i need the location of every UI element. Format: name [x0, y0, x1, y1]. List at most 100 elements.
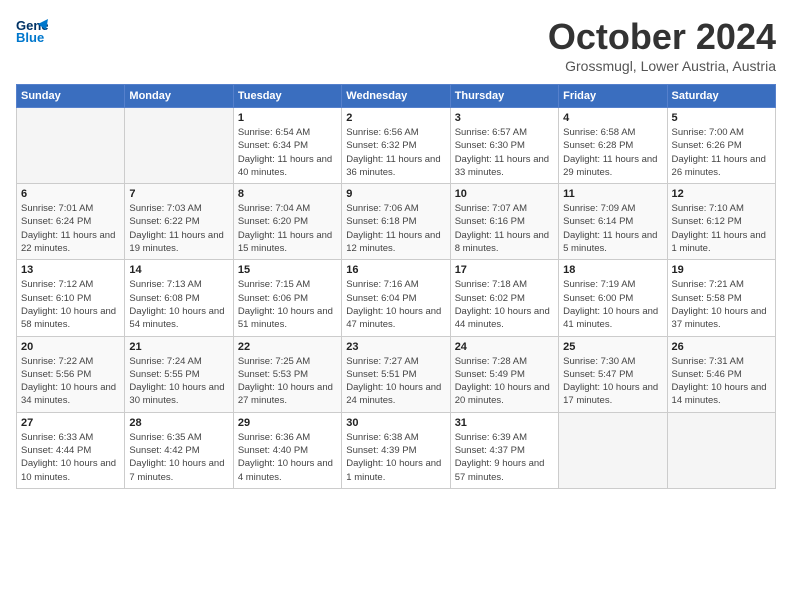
- day-info: Sunrise: 6:56 AMSunset: 6:32 PMDaylight:…: [346, 126, 445, 179]
- day-number: 1: [238, 112, 337, 124]
- day-info: Sunrise: 7:01 AMSunset: 6:24 PMDaylight:…: [21, 202, 120, 255]
- day-number: 22: [238, 341, 337, 353]
- page-header: General Blue October 2024 Grossmugl, Low…: [16, 16, 776, 74]
- day-info: Sunrise: 7:07 AMSunset: 6:16 PMDaylight:…: [455, 202, 554, 255]
- calendar-cell: 13 Sunrise: 7:12 AMSunset: 6:10 PMDayligh…: [17, 260, 125, 336]
- calendar-week-row: 6 Sunrise: 7:01 AMSunset: 6:24 PMDaylight…: [17, 184, 776, 260]
- day-info: Sunrise: 6:36 AMSunset: 4:40 PMDaylight:…: [238, 431, 337, 484]
- day-number: 25: [563, 341, 662, 353]
- calendar-cell: [17, 108, 125, 184]
- day-number: 14: [129, 264, 228, 276]
- day-info: Sunrise: 7:27 AMSunset: 5:51 PMDaylight:…: [346, 355, 445, 408]
- day-number: 8: [238, 188, 337, 200]
- day-number: 13: [21, 264, 120, 276]
- day-number: 19: [672, 264, 771, 276]
- calendar-cell: [559, 412, 667, 488]
- day-info: Sunrise: 7:19 AMSunset: 6:00 PMDaylight:…: [563, 278, 662, 331]
- day-header-friday: Friday: [559, 85, 667, 108]
- calendar-cell: 22 Sunrise: 7:25 AMSunset: 5:53 PMDayligh…: [233, 336, 341, 412]
- day-info: Sunrise: 7:12 AMSunset: 6:10 PMDaylight:…: [21, 278, 120, 331]
- calendar-cell: 9 Sunrise: 7:06 AMSunset: 6:18 PMDaylight…: [342, 184, 450, 260]
- day-info: Sunrise: 7:00 AMSunset: 6:26 PMDaylight:…: [672, 126, 771, 179]
- calendar-week-row: 27 Sunrise: 6:33 AMSunset: 4:44 PMDayligh…: [17, 412, 776, 488]
- calendar-cell: 14Sunrise: 7:13 AMSunset: 6:08 PMDayligh…: [125, 260, 233, 336]
- day-info: Sunrise: 7:10 AMSunset: 6:12 PMDaylight:…: [672, 202, 771, 255]
- calendar-cell: 24Sunrise: 7:28 AMSunset: 5:49 PMDayligh…: [450, 336, 558, 412]
- day-header-saturday: Saturday: [667, 85, 775, 108]
- day-info: Sunrise: 6:58 AMSunset: 6:28 PMDaylight:…: [563, 126, 662, 179]
- day-header-wednesday: Wednesday: [342, 85, 450, 108]
- month-title: October 2024: [548, 16, 776, 58]
- calendar-cell: 6 Sunrise: 7:01 AMSunset: 6:24 PMDaylight…: [17, 184, 125, 260]
- logo: General Blue: [16, 16, 48, 44]
- svg-text:Blue: Blue: [16, 30, 44, 44]
- day-header-monday: Monday: [125, 85, 233, 108]
- calendar-cell: 25Sunrise: 7:30 AMSunset: 5:47 PMDayligh…: [559, 336, 667, 412]
- day-number: 5: [672, 112, 771, 124]
- day-number: 12: [672, 188, 771, 200]
- day-info: Sunrise: 7:06 AMSunset: 6:18 PMDaylight:…: [346, 202, 445, 255]
- calendar-cell: 8 Sunrise: 7:04 AMSunset: 6:20 PMDaylight…: [233, 184, 341, 260]
- calendar-cell: [125, 108, 233, 184]
- day-number: 11: [563, 188, 662, 200]
- day-info: Sunrise: 7:03 AMSunset: 6:22 PMDaylight:…: [129, 202, 228, 255]
- calendar-cell: 7 Sunrise: 7:03 AMSunset: 6:22 PMDaylight…: [125, 184, 233, 260]
- calendar-cell: 3Sunrise: 6:57 AMSunset: 6:30 PMDaylight…: [450, 108, 558, 184]
- day-number: 27: [21, 417, 120, 429]
- day-number: 9: [346, 188, 445, 200]
- day-number: 2: [346, 112, 445, 124]
- calendar-cell: 4 Sunrise: 6:58 AMSunset: 6:28 PMDaylight…: [559, 108, 667, 184]
- calendar-cell: 16Sunrise: 7:16 AMSunset: 6:04 PMDayligh…: [342, 260, 450, 336]
- day-number: 15: [238, 264, 337, 276]
- calendar-cell: 21 Sunrise: 7:24 AMSunset: 5:55 PMDayligh…: [125, 336, 233, 412]
- calendar-cell: 29 Sunrise: 6:36 AMSunset: 4:40 PMDayligh…: [233, 412, 341, 488]
- calendar-cell: 27 Sunrise: 6:33 AMSunset: 4:44 PMDayligh…: [17, 412, 125, 488]
- day-header-tuesday: Tuesday: [233, 85, 341, 108]
- day-info: Sunrise: 7:15 AMSunset: 6:06 PMDaylight:…: [238, 278, 337, 331]
- calendar-cell: 18Sunrise: 7:19 AMSunset: 6:00 PMDayligh…: [559, 260, 667, 336]
- calendar-cell: 5 Sunrise: 7:00 AMSunset: 6:26 PMDaylight…: [667, 108, 775, 184]
- calendar-cell: 23 Sunrise: 7:27 AMSunset: 5:51 PMDayligh…: [342, 336, 450, 412]
- calendar-cell: 15 Sunrise: 7:15 AMSunset: 6:06 PMDayligh…: [233, 260, 341, 336]
- day-number: 3: [455, 112, 554, 124]
- day-number: 21: [129, 341, 228, 353]
- calendar-cell: 12 Sunrise: 7:10 AMSunset: 6:12 PMDayligh…: [667, 184, 775, 260]
- day-info: Sunrise: 7:24 AMSunset: 5:55 PMDaylight:…: [129, 355, 228, 408]
- day-info: Sunrise: 7:18 AMSunset: 6:02 PMDaylight:…: [455, 278, 554, 331]
- day-number: 23: [346, 341, 445, 353]
- day-info: Sunrise: 6:38 AMSunset: 4:39 PMDaylight:…: [346, 431, 445, 484]
- location-subtitle: Grossmugl, Lower Austria, Austria: [548, 58, 776, 74]
- day-info: Sunrise: 6:39 AMSunset: 4:37 PMDaylight:…: [455, 431, 554, 484]
- day-number: 7: [129, 188, 228, 200]
- calendar-cell: 30 Sunrise: 6:38 AMSunset: 4:39 PMDayligh…: [342, 412, 450, 488]
- day-number: 30: [346, 417, 445, 429]
- calendar-cell: 28Sunrise: 6:35 AMSunset: 4:42 PMDayligh…: [125, 412, 233, 488]
- calendar-header-row: SundayMondayTuesdayWednesdayThursdayFrid…: [17, 85, 776, 108]
- day-number: 6: [21, 188, 120, 200]
- day-info: Sunrise: 6:35 AMSunset: 4:42 PMDaylight:…: [129, 431, 228, 484]
- day-number: 31: [455, 417, 554, 429]
- calendar-table: SundayMondayTuesdayWednesdayThursdayFrid…: [16, 84, 776, 489]
- day-info: Sunrise: 7:25 AMSunset: 5:53 PMDaylight:…: [238, 355, 337, 408]
- day-info: Sunrise: 7:21 AMSunset: 5:58 PMDaylight:…: [672, 278, 771, 331]
- day-info: Sunrise: 7:22 AMSunset: 5:56 PMDaylight:…: [21, 355, 120, 408]
- calendar-week-row: 1 Sunrise: 6:54 AMSunset: 6:34 PMDaylight…: [17, 108, 776, 184]
- day-number: 26: [672, 341, 771, 353]
- day-number: 20: [21, 341, 120, 353]
- title-block: October 2024 Grossmugl, Lower Austria, A…: [548, 16, 776, 74]
- calendar-week-row: 13 Sunrise: 7:12 AMSunset: 6:10 PMDayligh…: [17, 260, 776, 336]
- day-number: 17: [455, 264, 554, 276]
- day-info: Sunrise: 6:54 AMSunset: 6:34 PMDaylight:…: [238, 126, 337, 179]
- calendar-cell: 19 Sunrise: 7:21 AMSunset: 5:58 PMDayligh…: [667, 260, 775, 336]
- day-info: Sunrise: 6:33 AMSunset: 4:44 PMDaylight:…: [21, 431, 120, 484]
- day-info: Sunrise: 7:16 AMSunset: 6:04 PMDaylight:…: [346, 278, 445, 331]
- day-number: 29: [238, 417, 337, 429]
- day-info: Sunrise: 7:04 AMSunset: 6:20 PMDaylight:…: [238, 202, 337, 255]
- calendar-cell: 10Sunrise: 7:07 AMSunset: 6:16 PMDayligh…: [450, 184, 558, 260]
- day-number: 4: [563, 112, 662, 124]
- calendar-cell: 2 Sunrise: 6:56 AMSunset: 6:32 PMDaylight…: [342, 108, 450, 184]
- day-info: Sunrise: 7:28 AMSunset: 5:49 PMDaylight:…: [455, 355, 554, 408]
- calendar-cell: 11Sunrise: 7:09 AMSunset: 6:14 PMDayligh…: [559, 184, 667, 260]
- calendar-cell: 1 Sunrise: 6:54 AMSunset: 6:34 PMDaylight…: [233, 108, 341, 184]
- logo-icon: General Blue: [16, 16, 48, 44]
